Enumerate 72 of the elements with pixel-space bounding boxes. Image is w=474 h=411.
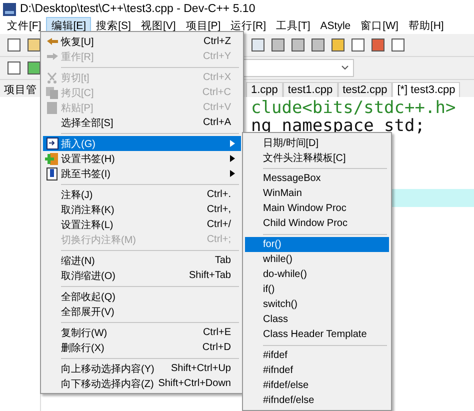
submenu-arrow-icon <box>230 155 235 162</box>
menu-item[interactable]: 文件[F] <box>2 17 46 35</box>
menu-entry[interactable]: #ifdef/else <box>245 378 389 393</box>
toolbar-icon[interactable] <box>290 37 306 53</box>
submenu-arrow-icon <box>230 140 235 147</box>
menu-entry[interactable]: #ifndef/else <box>245 393 389 408</box>
toolbar-icon[interactable] <box>270 37 286 53</box>
toolbar-icon[interactable] <box>310 37 326 53</box>
menu-entry[interactable]: if() <box>245 282 389 297</box>
toolbar-icon[interactable] <box>26 60 42 76</box>
menu-entry[interactable]: 全部收起(Q) <box>43 289 241 304</box>
menu-entry[interactable]: 复制行(W) Ctrl+E <box>43 325 241 340</box>
menu-item[interactable]: 搜索[S] <box>91 17 136 35</box>
file-tab[interactable]: 1.cpp <box>246 82 283 97</box>
code-line: clude<bits/stdc++.h> <box>251 99 457 117</box>
menu-entry[interactable]: 选择全部[S] Ctrl+A <box>43 115 241 130</box>
bookmark-icon <box>46 166 58 180</box>
scissors-icon <box>46 72 58 84</box>
menu-item[interactable]: 窗口[W] <box>356 17 404 35</box>
submenu-arrow-icon <box>230 170 235 177</box>
menu-entry[interactable]: WinMain <box>245 186 389 201</box>
menu-entry[interactable]: 取消注释(K) Ctrl+, <box>43 202 241 217</box>
window-title: D:\Desktop\test\C++\test3.cpp - Dev-C++ 5.10 <box>20 3 256 15</box>
menu-entry[interactable]: 日期/时间[D] <box>245 135 389 150</box>
insert-icon <box>46 137 58 150</box>
app-icon <box>3 2 16 16</box>
menu-entry[interactable]: Class Header Template <box>245 327 389 342</box>
undo-arrow-icon <box>46 36 58 46</box>
menu-entry[interactable]: while() <box>245 252 389 267</box>
menu-entry[interactable]: 设置注释(L) Ctrl+/ <box>43 217 241 232</box>
menu-item[interactable]: 运行[R] <box>226 17 272 35</box>
clipboard-icon <box>46 101 58 114</box>
menu-entry[interactable]: 设置书签(H) <box>43 151 241 166</box>
menu-entry[interactable]: MessageBox <box>245 171 389 186</box>
toolbar-icon[interactable] <box>26 37 42 53</box>
menu-entry[interactable]: Class <box>245 312 389 327</box>
redo-arrow-icon <box>46 52 58 62</box>
menu-entry[interactable]: for() <box>245 237 389 252</box>
menu-item[interactable]: 帮助[H] <box>403 17 449 35</box>
menu-item[interactable]: AStyle <box>315 18 356 34</box>
bookmark-plus-icon <box>45 152 59 166</box>
toolbar-icon[interactable] <box>370 37 386 53</box>
menu-entry[interactable]: 注释(J) Ctrl+. <box>43 187 241 202</box>
toolbar-icon[interactable] <box>250 37 266 53</box>
file-tab[interactable]: [*] test3.cpp <box>392 82 460 97</box>
file-tab[interactable]: test1.cpp <box>282 82 338 97</box>
menu-entry[interactable]: 删除行(X) Ctrl+D <box>43 340 241 355</box>
menu-entry[interactable]: 取消缩进(O) Shift+Tab <box>43 268 241 283</box>
menu-item[interactable]: 项目[P] <box>180 17 226 35</box>
menu-entry[interactable]: 文件头注释模板[C] <box>245 150 389 165</box>
menu-entry[interactable]: Main Window Proc <box>245 201 389 216</box>
menu-item[interactable]: 工具[T] <box>271 17 316 35</box>
menu-entry[interactable]: 全部展开(V) <box>43 304 241 319</box>
toolbar-icon[interactable] <box>350 37 366 53</box>
copy-icon <box>46 86 58 98</box>
toolbar-icon[interactable] <box>6 37 22 53</box>
menu-entry[interactable]: #ifndef <box>245 363 389 378</box>
file-tab[interactable]: test2.cpp <box>338 82 392 97</box>
menu-entry[interactable]: switch() <box>245 297 389 312</box>
menu-entry[interactable]: 缩进(N) Tab <box>43 253 241 268</box>
menu-item[interactable]: 视图[V] <box>136 17 181 35</box>
menu-entry[interactable]: 向上移动选择内容(Y) Shift+Ctrl+Up <box>43 361 241 376</box>
menu-entry[interactable]: 跳至书签(I) <box>43 166 241 181</box>
menu-entry[interactable]: 向下移动选择内容(Z) Shift+Ctrl+Down <box>43 376 241 391</box>
menu-entry[interactable]: do-while() <box>245 267 389 282</box>
menu-entry[interactable]: Child Window Proc <box>245 216 389 231</box>
chevron-icon <box>341 65 349 71</box>
toolbar-icon[interactable] <box>390 37 406 53</box>
menu-entry[interactable]: #ifdef <box>245 348 389 363</box>
toolbar-icon[interactable] <box>330 37 346 53</box>
menu-entry[interactable]: 插入(G) <box>43 136 241 151</box>
toolbar-icon[interactable] <box>6 60 22 76</box>
